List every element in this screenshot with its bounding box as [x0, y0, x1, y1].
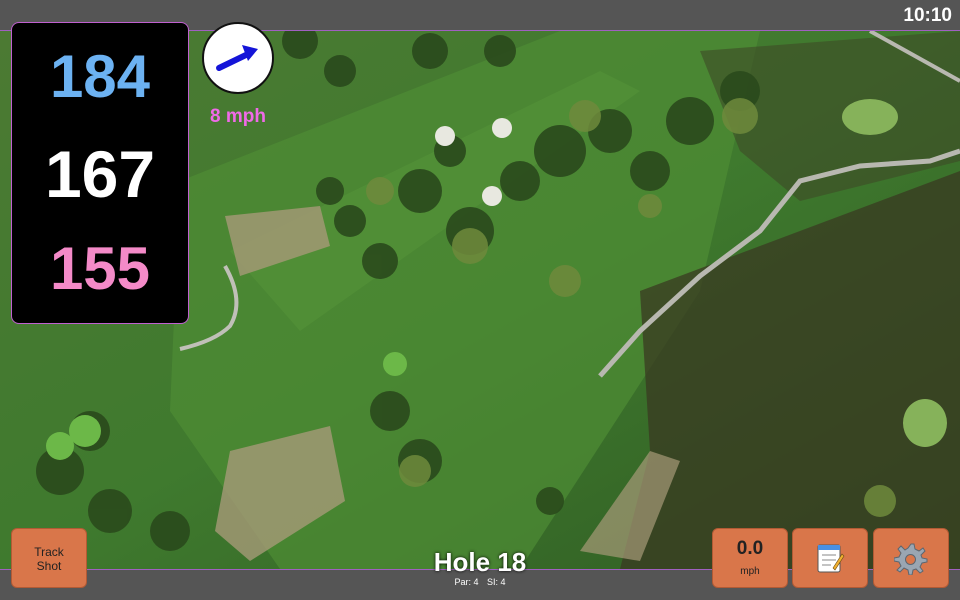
scorecard-button[interactable] [792, 528, 868, 588]
hole-par: Par: 4 [454, 577, 479, 587]
hole-si: SI: 4 [487, 577, 506, 587]
distance-front: 155 [49, 235, 151, 302]
swing-speed-button[interactable]: 0.0 mph [712, 528, 788, 588]
speed-unit: mph [740, 566, 760, 577]
distance-middle: 167 [44, 137, 156, 211]
clock: 10:10 [903, 5, 952, 26]
settings-button[interactable] [873, 528, 949, 588]
track-shot-label-line1: Track [34, 545, 64, 559]
distance-back: 184 [49, 43, 151, 110]
speed-value: 0.0 [736, 538, 764, 559]
distance-panel: 184 167 155 [11, 22, 189, 324]
gear-icon [894, 543, 928, 575]
track-shot-label-line2: Shot [36, 559, 62, 573]
track-shot-button[interactable]: Track Shot [11, 528, 87, 588]
hole-title: Hole 18 [433, 547, 527, 577]
arrow-icon [216, 45, 258, 71]
wind-speed: 8 mph [210, 106, 266, 127]
wind-direction-dial [202, 22, 274, 94]
hole-info: Par: 4 SI: 4 [380, 577, 580, 587]
notepad-icon [817, 544, 845, 573]
